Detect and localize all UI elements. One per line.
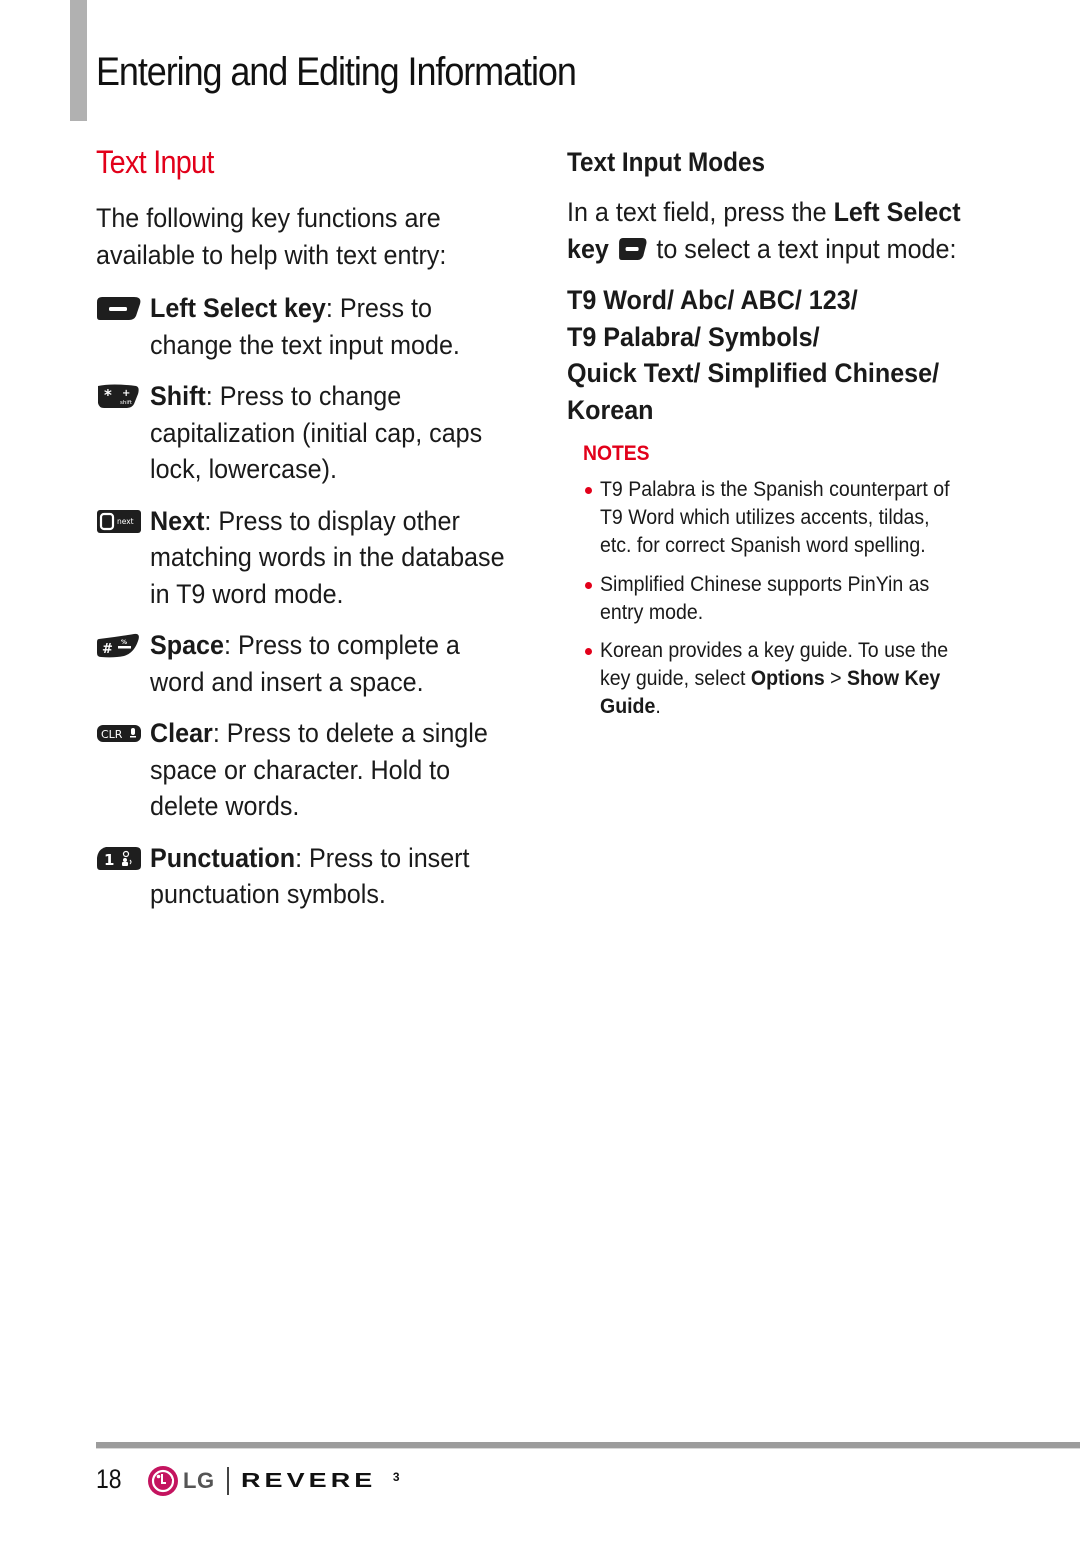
key-name: Shift [150, 381, 206, 411]
section-title: Text Input [96, 144, 214, 180]
page-title: Entering and Editing Information [96, 50, 577, 94]
key-item-left-select: Left Select key: Press to change the tex… [96, 290, 526, 363]
modes-title: Text Input Modes [567, 147, 765, 177]
note-item: T9 Palabra is the Spanish counterpart of… [583, 476, 997, 561]
modes-line: Quick Text/ Simplified Chinese/ [567, 358, 940, 388]
header-side-bar [70, 0, 87, 121]
svg-text:#: # [102, 642, 113, 657]
svg-text:+: + [122, 388, 130, 399]
page-number: 18 [96, 1464, 122, 1494]
key-item-space: # % Space: Press to complete a word and … [96, 627, 526, 700]
key-item-punctuation: 1 Punctuation: Press to insert punctuati… [96, 840, 526, 913]
svg-text:1: 1 [104, 851, 114, 869]
svg-text:*: * [104, 386, 112, 404]
product-name: REVERE [240, 1469, 376, 1492]
key-name: Clear [150, 718, 213, 748]
bullet-icon [585, 648, 592, 656]
modes-line: T9 Word/ Abc/ ABC/ 123/ [567, 285, 858, 315]
svg-text:next: next [117, 517, 134, 526]
key-name: Space [150, 630, 224, 660]
modes-line: T9 Palabra/ Symbols/ [567, 321, 820, 352]
bullet-icon [585, 581, 592, 589]
clear-key-icon: CLR [97, 725, 141, 742]
modes-intro: In a text field, press the Left Select ke… [567, 197, 961, 264]
svg-text:CLR: CLR [101, 728, 123, 741]
left-select-key-icon [97, 297, 141, 320]
key-item-shift: * + shift Shift: Press to change capital… [96, 378, 526, 488]
brand-name: LG [183, 1468, 215, 1493]
key-name: Next [150, 505, 205, 536]
note-item: Korean provides a key guide. To use the … [583, 637, 997, 722]
brand-logo: LG REVERE 3 [147, 1464, 400, 1498]
next-key-icon: next [97, 509, 141, 533]
key-name: Left Select key [150, 293, 326, 323]
modes-line: Korean [567, 394, 654, 425]
left-column: The following key functions are availabl… [96, 200, 526, 928]
note-item: Simplified Chinese supports PinYin as en… [583, 571, 997, 627]
key-name: Punctuation [150, 842, 296, 873]
right-column: Text Input Modes In a text field, press … [567, 144, 997, 732]
brand-divider [226, 1467, 229, 1495]
intro-text: The following key functions are availabl… [96, 203, 447, 270]
bullet-icon [585, 487, 592, 494]
key-item-clear: CLR Clear: Press to delete a single spac… [96, 715, 526, 825]
footer-rule [96, 1442, 1080, 1449]
key-item-next: next Next: Press to display other matchi… [96, 503, 526, 613]
punctuation-key-icon: 1 [97, 846, 141, 870]
product-version: 3 [392, 1470, 400, 1484]
notes-list: T9 Palabra is the Spanish counterpart of… [567, 476, 997, 722]
space-key-icon: # % [97, 633, 139, 658]
shift-key-icon: * + shift [98, 384, 139, 408]
lg-logo-icon [148, 1466, 178, 1496]
left-select-key-icon [618, 238, 647, 260]
notes-label: NOTES [583, 442, 650, 465]
input-modes-list: T9 Word/ Abc/ ABC/ 123/ T9 Palabra/ Symb… [567, 282, 995, 428]
svg-text:%: % [121, 639, 127, 646]
svg-text:shift: shift [120, 400, 133, 406]
